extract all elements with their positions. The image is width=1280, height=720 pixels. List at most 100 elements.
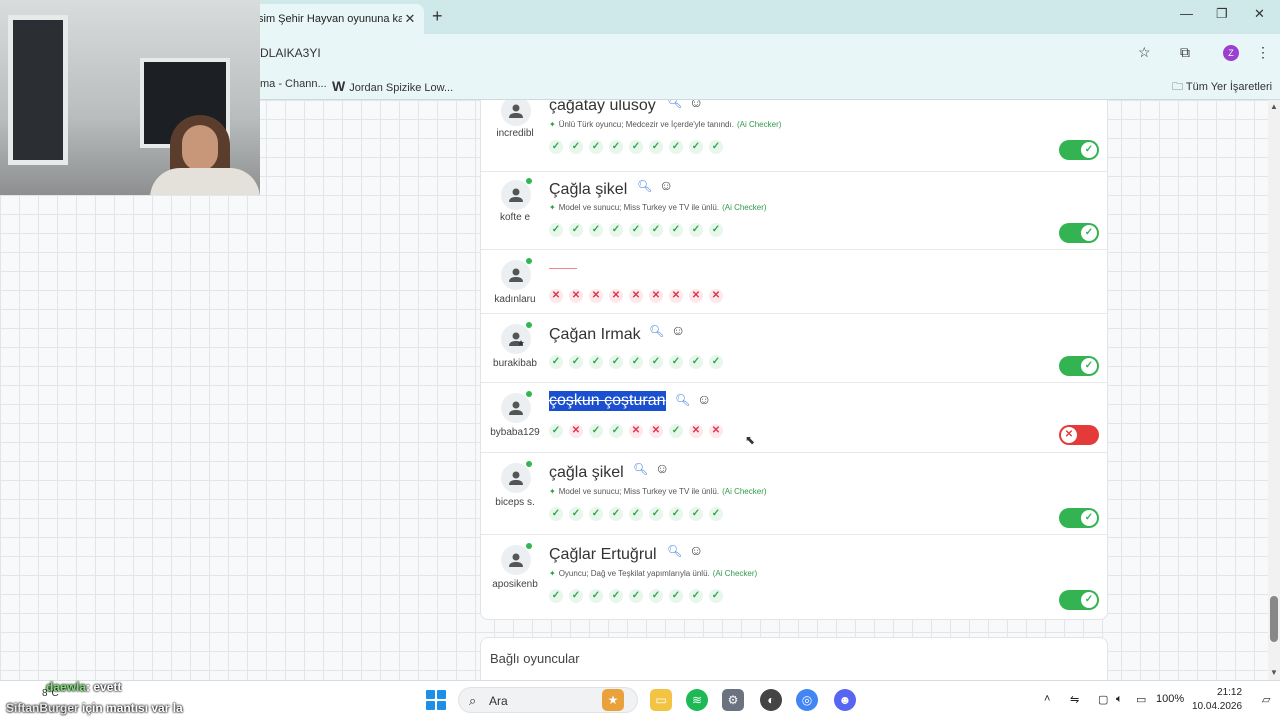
all-bookmarks[interactable]: 🗀 Tüm Yer İşaretleri — [1172, 78, 1272, 97]
validity-toggle[interactable]: ✓ — [1059, 140, 1099, 160]
emoji-icon[interactable]: ☺ — [689, 100, 703, 110]
scrollbar[interactable] — [1268, 100, 1280, 680]
notification-icon[interactable]: ▱ — [1262, 693, 1270, 706]
validity-toggle[interactable]: ✕ — [1059, 425, 1099, 445]
file-explorer-icon[interactable]: ▭ — [650, 689, 672, 711]
avatar — [501, 461, 532, 493]
discord-icon[interactable]: ☻ — [834, 689, 856, 711]
search-icon[interactable]: 🔍︎ — [637, 179, 652, 193]
emoji-icon[interactable]: ☺ — [697, 391, 711, 407]
bookmark-item[interactable]: ma - Chann... — [260, 78, 327, 90]
vote-x-icon: ✕ — [649, 289, 663, 303]
username: bybaba129 — [490, 427, 540, 438]
vote-check-icon: ✓ — [669, 424, 683, 438]
sparkle-icon: ✦ — [549, 487, 556, 496]
vote-check-icon: ✓ — [549, 223, 563, 237]
network-icon[interactable]: ⇋ — [1070, 693, 1079, 706]
ai-info: ✦ Model ve sunucu; Miss Turkey ve TV ile … — [549, 487, 767, 496]
emoji-icon[interactable]: ☺ — [671, 322, 685, 338]
scroll-thumb[interactable] — [1270, 596, 1278, 642]
answer-row: biceps s. çağla şikel 🔍︎ ☺ ✦ Model ve sun… — [481, 453, 1107, 535]
sparkle-icon: ✦ — [549, 569, 556, 578]
bookmark-star-icon[interactable]: ☆ — [1138, 44, 1151, 61]
vote-check-icon: ✓ — [629, 589, 643, 603]
vote-check-icon: ✓ — [609, 507, 623, 521]
windows-start-icon[interactable] — [426, 690, 446, 710]
vote-check-icon: ✓ — [549, 140, 563, 154]
connected-players-panel: Bağlı oyuncular — [480, 637, 1108, 680]
avatar — [501, 178, 532, 210]
vote-x-icon: ✕ — [709, 424, 723, 438]
vote-check-icon: ✓ — [649, 589, 663, 603]
vote-check-icon: ✓ — [689, 223, 703, 237]
search-icon[interactable]: 🔍︎ — [633, 462, 648, 476]
battery-icon[interactable]: ▭ — [1136, 693, 1146, 706]
check-icon: ✓ — [1081, 225, 1097, 241]
validity-toggle[interactable]: ✓ — [1059, 508, 1099, 528]
x-icon: ✕ — [1061, 427, 1077, 443]
vote-check-icon: ✓ — [589, 507, 603, 521]
vote-x-icon: ✕ — [669, 289, 683, 303]
webcam-overlay — [0, 0, 260, 195]
clock-time: 21:12 — [1217, 687, 1243, 698]
vote-x-icon: ✕ — [649, 424, 663, 438]
online-dot — [526, 461, 532, 467]
check-icon: ✓ — [1081, 592, 1097, 608]
volume-icon[interactable]: 🔈︎ — [1116, 693, 1123, 706]
emoji-icon[interactable]: ☺ — [689, 542, 703, 558]
chrome-icon[interactable]: ◎ — [796, 689, 818, 711]
close-window-icon[interactable]: ✕ — [1254, 6, 1265, 22]
spotify-icon[interactable]: ≋ — [686, 689, 708, 711]
system-clock[interactable]: 21:12 10.04.2026 — [1192, 686, 1242, 714]
app-icon[interactable]: ◐ — [760, 689, 782, 711]
game-app-icon[interactable]: ★ — [602, 689, 624, 711]
search-icon[interactable]: 🔍︎ — [667, 544, 682, 558]
username: incredibl — [496, 128, 534, 139]
search-icon[interactable]: 🔍︎ — [675, 393, 690, 407]
vote-x-icon: ✕ — [609, 289, 623, 303]
menu-icon[interactable]: ⋮ — [1256, 44, 1270, 61]
avatar — [501, 258, 532, 290]
vote-check-icon: ✓ — [589, 424, 603, 438]
new-tab-button[interactable]: + — [432, 6, 443, 27]
scroll-down-icon[interactable]: ▼ — [1270, 668, 1278, 677]
emoji-icon[interactable]: ☺ — [655, 460, 669, 476]
vote-x-icon: ✕ — [709, 289, 723, 303]
vote-check-icon: ✓ — [549, 355, 563, 369]
vote-list: ✓ ✕ ✓ ✓ ✕ ✕ ✓ ✕ ✕ — [549, 424, 723, 438]
vote-check-icon: ✓ — [629, 223, 643, 237]
person-icon — [509, 188, 523, 202]
vote-check-icon: ✓ — [629, 507, 643, 521]
restore-icon[interactable]: ❐ — [1216, 6, 1228, 22]
validity-toggle[interactable]: ✓ — [1059, 356, 1099, 376]
active-tab[interactable]: sim Şehir Hayvan oyununa kat ✕ — [252, 4, 424, 34]
vote-check-icon: ✓ — [669, 507, 683, 521]
profile-avatar[interactable]: Z — [1223, 45, 1239, 61]
online-dot — [526, 543, 532, 549]
vote-check-icon: ✓ — [569, 140, 583, 154]
vote-list: ✓ ✓ ✓ ✓ ✓ ✓ ✓ ✓ ✓ — [549, 589, 723, 603]
display-icon[interactable]: ▢ — [1098, 693, 1108, 706]
settings-gear-icon[interactable]: ⚙ — [722, 689, 744, 711]
answer-row: burakibab Çağan Irmak 🔍︎ ☺ ✓ ✓ ✓ ✓ ✓ ✓ ✓ ✓ ✓ ✓ — [481, 314, 1107, 383]
url-field[interactable]: DLAIKA3YI — [260, 46, 321, 60]
scroll-up-icon[interactable]: ▲ — [1270, 102, 1278, 111]
person-icon — [509, 471, 523, 485]
extensions-icon[interactable]: ⧉ — [1180, 44, 1190, 61]
check-icon: ✓ — [1081, 510, 1097, 526]
webcam-person-face — [182, 125, 218, 171]
validity-toggle[interactable]: ✓ — [1059, 590, 1099, 610]
vote-check-icon: ✓ — [609, 223, 623, 237]
tab-title: sim Şehir Hayvan oyununa kat — [258, 13, 402, 25]
search-icon[interactable]: 🔍︎ — [649, 324, 664, 338]
validity-toggle[interactable]: ✓ — [1059, 223, 1099, 243]
tray-chevron-icon[interactable]: ˄ — [1044, 693, 1050, 705]
username: burakibab — [493, 358, 537, 369]
search-icon[interactable]: 🔍︎ — [667, 100, 682, 109]
emoji-icon[interactable]: ☺ — [659, 177, 673, 193]
bookmark-item[interactable]: W Jordan Spizike Low... — [332, 78, 453, 94]
search-icon: ⌕ — [469, 693, 477, 708]
vote-check-icon: ✓ — [689, 140, 703, 154]
close-tab-icon[interactable]: ✕ — [402, 11, 418, 27]
minimize-icon[interactable]: — — [1180, 6, 1193, 21]
